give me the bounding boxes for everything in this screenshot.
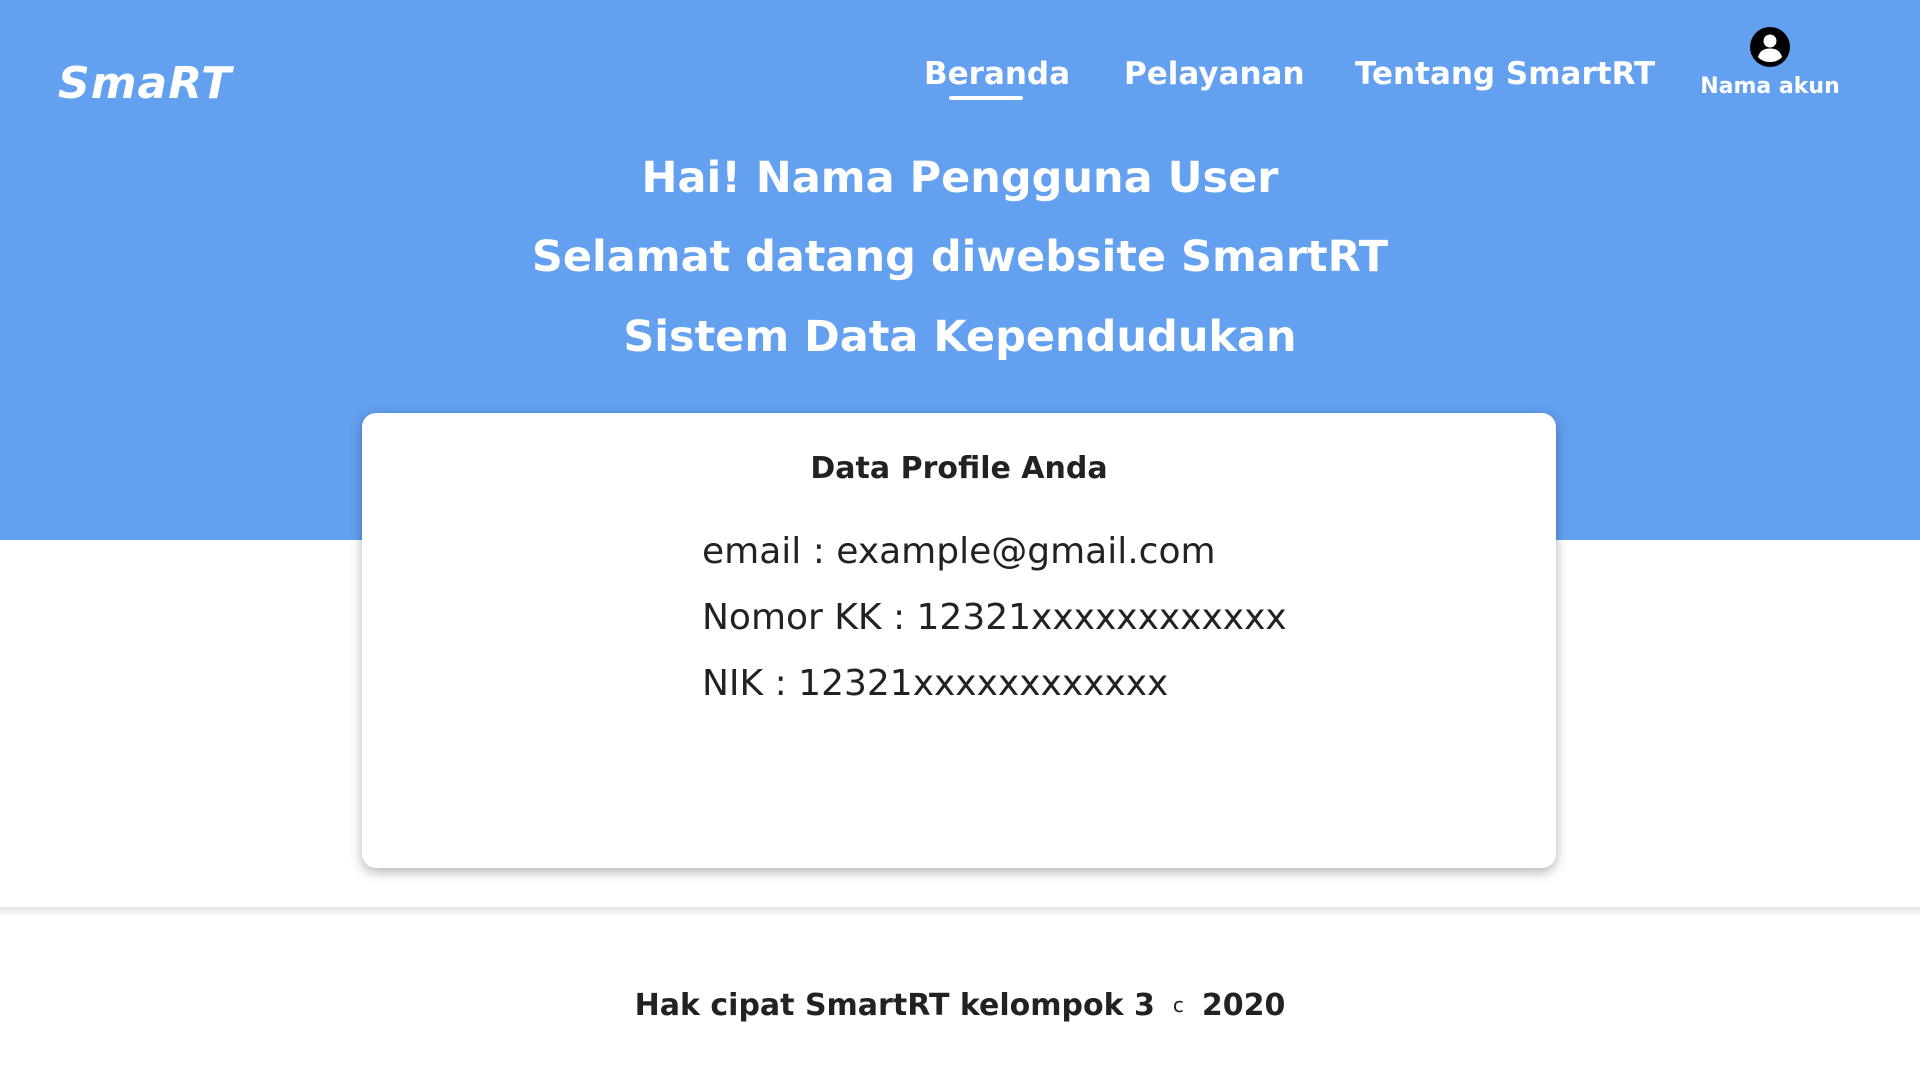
account-menu[interactable]: Nama akun	[1690, 26, 1850, 102]
account-name-label: Nama akun	[1700, 74, 1840, 99]
nav-link-beranda[interactable]: Beranda	[924, 54, 1070, 94]
nav-link-tentang-smartrt[interactable]: Tentang SmartRT	[1355, 54, 1655, 94]
greeting-heading: Hai! Nama Pengguna User	[641, 153, 1279, 203]
profile-nomor-kk: Nomor KK : 12321xxxxxxxxxxxx	[702, 597, 1287, 638]
nav-active-underline	[949, 96, 1023, 100]
footer-copyright: Hak cipat SmartRT kelompok 3 c 2020	[0, 985, 1920, 1026]
nav-link-pelayanan[interactable]: Pelayanan	[1124, 54, 1305, 94]
footer-year: 2020	[1201, 988, 1286, 1023]
copyright-icon: c	[1172, 993, 1184, 1017]
profile-card: Data Profile Anda email : example@gmail.…	[362, 413, 1556, 868]
welcome-heading: Selamat datang diwebsite SmartRT	[531, 232, 1389, 282]
brand-logo[interactable]: SmaRT	[58, 56, 232, 112]
profile-card-title: Data Profile Anda	[810, 451, 1108, 486]
footer-divider	[0, 907, 1920, 915]
footer-text: Hak cipat SmartRT kelompok 3	[634, 988, 1155, 1023]
user-circle-icon	[1750, 27, 1790, 67]
profile-nik: NIK : 12321xxxxxxxxxxxx	[702, 663, 1169, 704]
system-subtitle: Sistem Data Kependudukan	[623, 312, 1297, 362]
profile-email: email : example@gmail.com	[702, 531, 1216, 572]
